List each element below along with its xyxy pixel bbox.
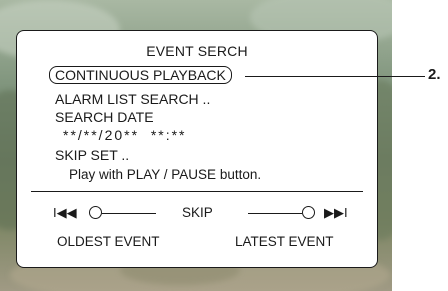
menu-item-continuous-playback[interactable]: CONTINUOUS PLAYBACK bbox=[49, 66, 232, 84]
search-date-value[interactable]: **/**/20** **:** bbox=[63, 127, 187, 143]
screen: EVENT SERCH CONTINUOUS PLAYBACK ALARM LI… bbox=[0, 0, 448, 291]
callout-label: 2. bbox=[428, 66, 441, 83]
menu-item-search-date[interactable]: SEARCH DATE bbox=[55, 109, 154, 125]
menu-title: EVENT SERCH bbox=[146, 43, 248, 59]
menu-item-alarm-list-search[interactable]: ALARM LIST SEARCH .. bbox=[55, 91, 210, 107]
skip-to-oldest-icon[interactable]: I◀◀ bbox=[53, 204, 77, 222]
callout-line bbox=[245, 76, 425, 77]
event-search-menu: EVENT SERCH CONTINUOUS PLAYBACK ALARM LI… bbox=[16, 30, 378, 268]
skip-label: SKIP bbox=[182, 205, 213, 220]
oldest-slider-track bbox=[102, 213, 156, 214]
oldest-event-label: OLDEST EVENT bbox=[57, 234, 160, 249]
latest-slider-knob[interactable] bbox=[302, 206, 315, 219]
menu-divider bbox=[31, 191, 363, 192]
skip-to-latest-icon[interactable]: ▶▶I bbox=[324, 204, 348, 222]
latest-event-label: LATEST EVENT bbox=[235, 234, 334, 249]
skip-bar: I◀◀ SKIP ▶▶I bbox=[17, 204, 377, 222]
latest-slider-track bbox=[248, 213, 302, 214]
menu-item-skip-set[interactable]: SKIP SET .. bbox=[55, 147, 129, 163]
oldest-slider-knob[interactable] bbox=[89, 206, 102, 219]
play-hint: Play with PLAY / PAUSE button. bbox=[69, 167, 262, 182]
